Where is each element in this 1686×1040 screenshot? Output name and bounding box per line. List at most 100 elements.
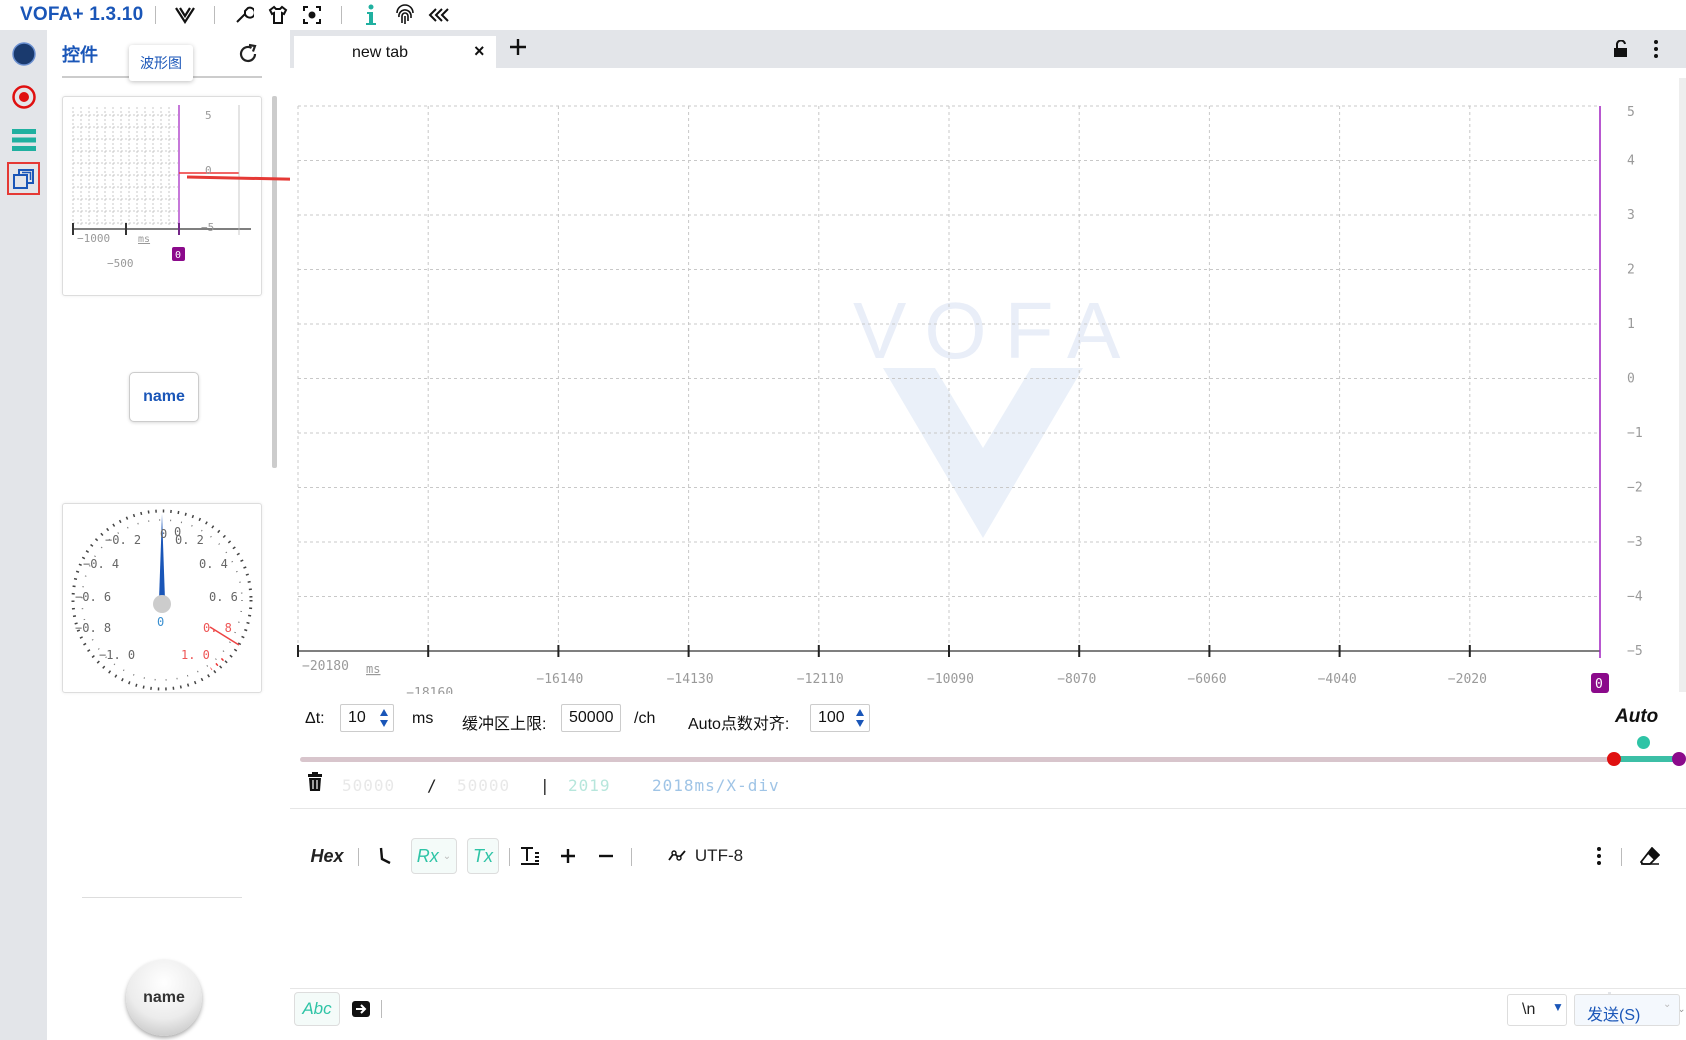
scope-y-tick-label: 5 xyxy=(1627,105,1635,120)
auto-align-spinbox[interactable]: 100 xyxy=(810,704,870,732)
waveform-widget[interactable]: 5 0 −5 −1000 −500 ms 0 xyxy=(62,96,262,296)
preview-x-tick: −500 xyxy=(107,257,134,270)
gauge-label: 0. 8 xyxy=(203,621,232,635)
toolbar-more-icon[interactable] xyxy=(1592,838,1606,874)
scope-scrollbar[interactable] xyxy=(1679,78,1686,692)
add-tab-icon[interactable] xyxy=(506,35,530,59)
range-start-handle[interactable] xyxy=(1607,752,1621,766)
collapse-icon[interactable] xyxy=(426,2,452,28)
tab-close-icon[interactable]: × xyxy=(474,41,485,62)
send-bar: Abc ⌄ xyxy=(290,988,1686,1036)
panel-scrollbar[interactable] xyxy=(272,96,277,468)
caret-down-icon: ▼ xyxy=(1552,1000,1564,1014)
waveform-preview-chart: 5 0 −5 −1000 −500 ms 0 xyxy=(72,105,251,270)
send-button[interactable]: 发送(S) ⌄ xyxy=(1574,994,1680,1026)
command-list-icon[interactable] xyxy=(7,123,40,156)
widgets-icon[interactable] xyxy=(7,162,40,195)
spin-arrows-icon[interactable] xyxy=(855,707,865,729)
encoding-label: UTF-8 xyxy=(694,846,744,865)
cursor-icon[interactable] xyxy=(372,838,398,874)
shirt-icon[interactable] xyxy=(265,2,291,28)
tab-label: new tab xyxy=(352,44,409,61)
dt-spinbox[interactable]: 10 xyxy=(340,704,394,732)
connection-status-icon[interactable] xyxy=(7,37,40,70)
scope-x-ticks: −20180 −18160 −16140 −14130 −12110 −10090 −807… xyxy=(297,645,1487,694)
refresh-icon[interactable] xyxy=(236,42,260,66)
fingerprint-icon[interactable] xyxy=(392,2,418,28)
scope-y-ticks: 5 4 3 2 1 0 −1 −2 −3 −4 −5 xyxy=(1627,105,1643,659)
rx-toggle[interactable]: Rx ⌄ xyxy=(411,838,457,874)
button-widget[interactable]: name xyxy=(129,372,199,422)
stats-slash: / xyxy=(427,776,438,795)
scope-y-tick-label: 4 xyxy=(1627,154,1635,169)
toolbar-separator xyxy=(358,848,359,866)
toolbar-separator xyxy=(381,1000,382,1018)
gauge-widget[interactable]: 0 0 −0. 2 −0. 4 −0. 6 −0. 8 −1. 0 0. 2 0… xyxy=(62,503,262,693)
encoding-select[interactable]: UTF-8 xyxy=(656,838,754,874)
scope-x-tick-label: −20180 xyxy=(302,659,349,674)
buffer-count-b: 50000 xyxy=(457,776,511,795)
tab-new-tab[interactable]: new tab × xyxy=(294,36,496,68)
preview-x-tick: −1000 xyxy=(77,232,110,245)
range-end-handle[interactable] xyxy=(1672,752,1686,766)
record-icon[interactable] xyxy=(7,80,40,113)
vofa-logo-icon[interactable] xyxy=(172,2,198,28)
auto-toggle[interactable]: Auto xyxy=(1615,706,1658,728)
preview-y-tick: 5 xyxy=(205,109,212,122)
range-slider-track[interactable] xyxy=(300,757,1683,762)
hex-toggle[interactable]: Hex xyxy=(307,838,347,874)
tx-toggle[interactable]: Tx xyxy=(467,838,499,874)
gauge-value: 0 xyxy=(157,615,164,629)
abc-toggle[interactable]: Abc xyxy=(294,992,340,1026)
gauge-label: 0. 2 xyxy=(175,533,204,547)
data-toolbar: Hex Rx ⌄ Tx UTF-8 xyxy=(290,838,1686,878)
scope-x-tick-label: −10090 xyxy=(927,672,974,687)
info-icon[interactable] xyxy=(358,2,384,28)
title-separator xyxy=(155,6,157,24)
scope-y-tick-label: −3 xyxy=(1627,535,1643,550)
receive-text-area[interactable] xyxy=(290,880,1686,980)
range-mid-handle[interactable] xyxy=(1637,736,1650,749)
lock-icon[interactable] xyxy=(1612,39,1630,63)
scope-x-tick-label: −4040 xyxy=(1318,672,1357,687)
gauge-dial: 0 0 −0. 2 −0. 4 −0. 6 −0. 8 −1. 0 0. 2 0… xyxy=(71,509,253,691)
spin-arrows-icon[interactable] xyxy=(379,707,389,729)
panel-title: 控件 xyxy=(62,45,98,65)
zoom-in-icon[interactable] xyxy=(554,838,582,874)
title-separator xyxy=(214,6,216,24)
newline-value: \n xyxy=(1522,1001,1536,1018)
scope-x-tick-label: −16140 xyxy=(536,672,583,687)
range-slider-selection[interactable] xyxy=(1613,756,1681,762)
buffer-label: 缓冲区上限: xyxy=(462,716,547,733)
buffer-input[interactable]: 50000 xyxy=(561,704,621,732)
scope-y-tick-label: −2 xyxy=(1627,481,1643,496)
toolbar-separator xyxy=(631,848,632,866)
gauge-label: −0. 2 xyxy=(105,533,141,547)
scope-x-tick-label: −6060 xyxy=(1187,672,1226,687)
newline-select[interactable]: \n ▼ xyxy=(1507,994,1567,1026)
text-format-icon[interactable] xyxy=(516,838,544,874)
gauge-label: −0. 4 xyxy=(83,557,119,571)
wrench-icon[interactable] xyxy=(231,2,257,28)
more-icon[interactable] xyxy=(1652,38,1660,65)
buffer-unit: /ch xyxy=(634,710,656,727)
send-file-icon[interactable] xyxy=(346,992,376,1026)
chevron-down-icon: ⌄ xyxy=(1663,999,1672,1010)
scope-y-tick-label: 2 xyxy=(1627,263,1635,278)
scope-y-tick-label: 3 xyxy=(1627,208,1635,223)
knob-widget[interactable]: name xyxy=(126,960,202,1036)
send-input[interactable] xyxy=(386,988,1596,1028)
trash-icon[interactable] xyxy=(307,772,323,797)
dt-value: 10 xyxy=(348,709,366,726)
auto-align-value: 100 xyxy=(818,709,845,726)
waveform-scope[interactable]: VOFA −20180−18160−16140 −14130 −12110 −1009… xyxy=(290,68,1686,694)
zoom-out-icon[interactable] xyxy=(592,838,620,874)
scope-x-tick-label: −12110 xyxy=(797,672,844,687)
rx-label: Rx xyxy=(416,845,439,866)
stats-bar: | xyxy=(540,776,551,795)
screenshot-icon[interactable] xyxy=(299,2,325,28)
channel-badge-label: 0 xyxy=(1595,677,1603,692)
scope-grid xyxy=(297,105,1601,652)
clear-receive-eraser-icon[interactable] xyxy=(1636,838,1664,874)
scope-x-tick-label: −14130 xyxy=(667,672,714,687)
